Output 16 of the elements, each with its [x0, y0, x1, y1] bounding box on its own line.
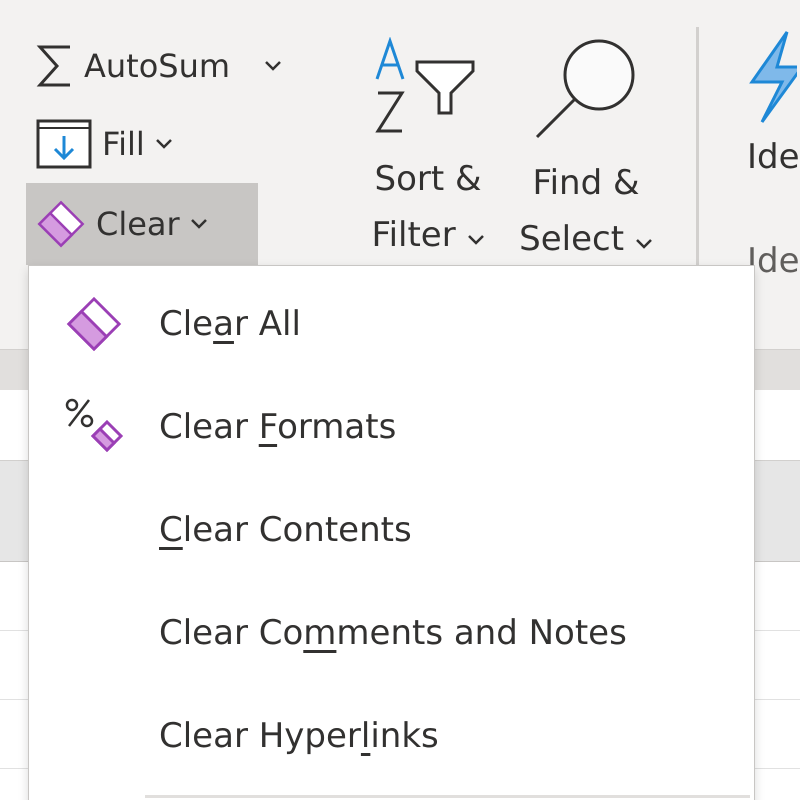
fill-down-icon [36, 119, 92, 169]
menu-item[interactable]: Clear Contents [29, 478, 754, 581]
chevron-down-icon [264, 60, 282, 72]
eraser-icon [36, 199, 86, 249]
menu-item[interactable]: Clear Hyperlinks [29, 684, 754, 787]
autosum-button[interactable]: AutoSum [26, 27, 292, 105]
chevron-down-icon [634, 238, 653, 250]
chevron-down-icon [190, 218, 208, 230]
menu-item[interactable]: Clear Comments and Notes [29, 581, 754, 684]
chevron-down-icon [466, 234, 484, 246]
fill-button[interactable]: Fill [26, 105, 183, 183]
menu-item[interactable]: Clear Formats [29, 375, 754, 478]
clear-button[interactable]: Clear [26, 183, 258, 265]
eraser-icon [65, 294, 123, 352]
chevron-down-icon [154, 138, 173, 150]
ideas-button[interactable]: Ide [747, 27, 800, 177]
